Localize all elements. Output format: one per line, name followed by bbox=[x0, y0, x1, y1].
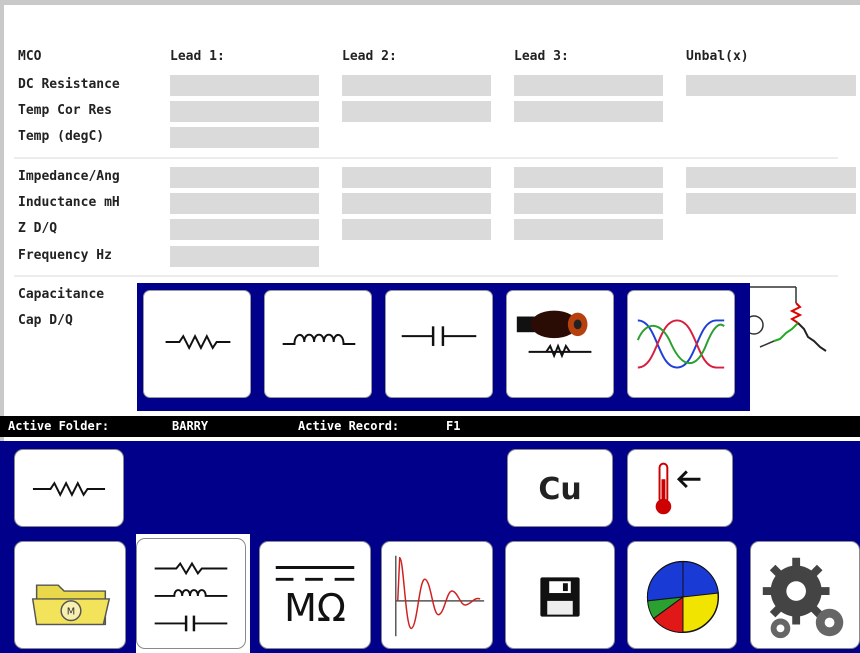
value-cell-imp-lead3 bbox=[514, 167, 663, 188]
col-header-lead1: Lead 1: bbox=[170, 49, 225, 64]
value-cell-zdq-lead3 bbox=[514, 219, 663, 240]
active-folder-label: Active Folder: bbox=[8, 419, 110, 433]
gears-icon bbox=[762, 557, 844, 639]
ringing-waveform-icon bbox=[395, 555, 485, 637]
row-label-header: MCO bbox=[18, 49, 42, 64]
value-cell-dc-res-unbal bbox=[686, 75, 856, 96]
row-label-dc-resistance: DC Resistance bbox=[18, 77, 120, 92]
save-disk-icon bbox=[540, 577, 580, 617]
copper-label: Cu bbox=[538, 472, 582, 507]
inductor-icon bbox=[282, 333, 356, 345]
value-cell-temp-cor-lead2 bbox=[342, 101, 491, 122]
component-selector-popup bbox=[137, 283, 750, 411]
row-label-cap-dq: Cap D/Q bbox=[18, 313, 73, 328]
capacitor-icon bbox=[401, 326, 477, 346]
folder-motor-icon: M bbox=[31, 584, 111, 626]
test-type-toolbar: Cu bbox=[0, 441, 860, 534]
main-toolbar: M MΩ bbox=[0, 534, 860, 653]
svg-text:M: M bbox=[67, 607, 75, 618]
value-cell-imp-lead2 bbox=[342, 167, 491, 188]
row-label-capacitance: Capacitance bbox=[18, 287, 105, 302]
col-header-unbal: Unbal(x) bbox=[686, 49, 749, 64]
surge-test-button[interactable] bbox=[381, 541, 493, 649]
value-cell-ind-unbal bbox=[686, 193, 856, 214]
folder-button[interactable]: M bbox=[14, 541, 126, 649]
value-cell-dc-res-lead3 bbox=[514, 75, 663, 96]
resistor-icon bbox=[165, 333, 231, 351]
value-cell-ind-lead3 bbox=[514, 193, 663, 214]
window-top-border bbox=[0, 0, 860, 5]
save-button[interactable] bbox=[505, 541, 615, 649]
three-phase-waveform-icon bbox=[636, 319, 725, 369]
active-folder-value: BARRY bbox=[172, 419, 209, 433]
value-cell-temp-cor-lead1 bbox=[170, 101, 319, 122]
copper-material-button[interactable]: Cu bbox=[507, 449, 613, 527]
pie-chart-icon bbox=[646, 560, 720, 634]
popup-cable-button[interactable] bbox=[506, 290, 614, 398]
status-bar: Active Folder: BARRY Active Record: F1 bbox=[0, 416, 860, 437]
col-header-lead2: Lead 2: bbox=[342, 49, 397, 64]
motor-cable-icon bbox=[516, 310, 592, 359]
temperature-button[interactable] bbox=[627, 449, 733, 527]
rlc-button[interactable] bbox=[136, 538, 246, 649]
popup-inductor-button[interactable] bbox=[264, 290, 372, 398]
row-label-temp-degc: Temp (degC) bbox=[18, 129, 105, 144]
popup-capacitor-button[interactable] bbox=[385, 290, 493, 398]
section-divider bbox=[14, 157, 838, 159]
value-cell-zdq-lead1 bbox=[170, 219, 319, 240]
value-cell-ind-lead2 bbox=[342, 193, 491, 214]
value-cell-imp-unbal bbox=[686, 167, 856, 188]
active-record-value: F1 bbox=[446, 419, 461, 433]
value-cell-ind-lead1 bbox=[170, 193, 319, 214]
value-cell-imp-lead1 bbox=[170, 167, 319, 188]
settings-button[interactable] bbox=[750, 541, 860, 649]
resistance-test-button[interactable] bbox=[14, 449, 124, 527]
value-cell-dc-res-lead2 bbox=[342, 75, 491, 96]
value-cell-temp-cor-lead3 bbox=[514, 101, 663, 122]
motor-winding-diagram bbox=[744, 286, 827, 352]
rlc-icon bbox=[154, 561, 228, 632]
row-label-impedance: Impedance/Ang bbox=[18, 169, 120, 184]
row-label-frequency: Frequency Hz bbox=[18, 248, 112, 263]
megohm-test-button[interactable]: MΩ bbox=[259, 541, 371, 649]
report-button[interactable] bbox=[627, 541, 737, 649]
megohm-label: MΩ bbox=[284, 586, 346, 630]
active-record-label: Active Record: bbox=[298, 419, 400, 433]
row-label-temp-cor-res: Temp Cor Res bbox=[18, 103, 112, 118]
popup-resistor-button[interactable] bbox=[143, 290, 251, 398]
resistor-icon bbox=[32, 480, 106, 497]
value-cell-temp-degc bbox=[170, 127, 319, 148]
row-label-inductance: Inductance mH bbox=[18, 195, 120, 210]
col-header-lead3: Lead 3: bbox=[514, 49, 569, 64]
value-cell-zdq-lead2 bbox=[342, 219, 491, 240]
popup-three-phase-button[interactable] bbox=[627, 290, 735, 398]
section-divider-2 bbox=[14, 275, 838, 277]
thermometer-icon bbox=[655, 462, 701, 515]
value-cell-dc-res-lead1 bbox=[170, 75, 319, 96]
row-label-z-dq: Z D/Q bbox=[18, 221, 58, 236]
value-cell-frequency bbox=[170, 246, 319, 267]
